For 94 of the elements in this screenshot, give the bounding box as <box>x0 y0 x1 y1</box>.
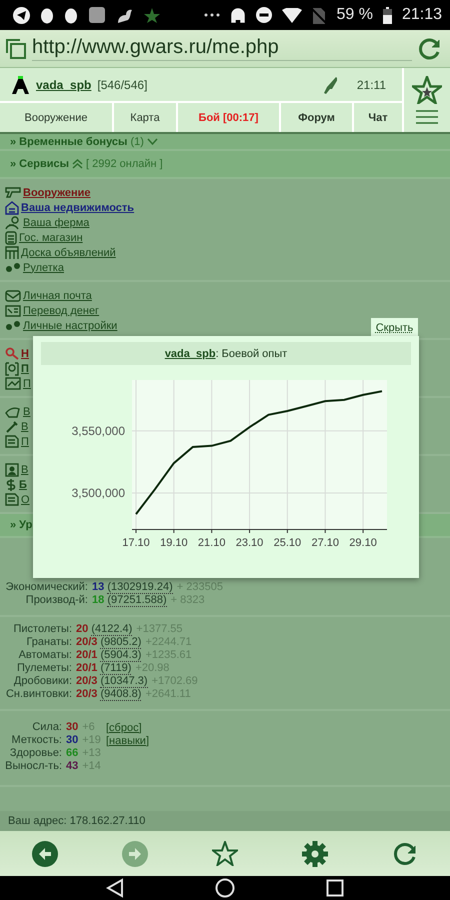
y-tick-label: 3,550,000 <box>72 424 125 438</box>
x-tick-label: 21.10 <box>198 537 226 549</box>
tabs-icon[interactable] <box>6 38 26 58</box>
stat-label: Сила: <box>31 721 62 734</box>
chart-icon <box>5 377 21 390</box>
star-icon <box>143 6 161 24</box>
menu-link[interactable]: Личные настройки <box>23 320 118 332</box>
bonus-count: (1) <box>130 136 144 148</box>
reload-icon[interactable] <box>418 36 442 60</box>
menu-link[interactable]: Б <box>19 478 27 490</box>
document-icon <box>5 493 19 506</box>
star-icon[interactable] <box>412 76 442 104</box>
pistol-icon <box>5 187 21 198</box>
egg-icon <box>64 6 78 24</box>
chart-title: vada_spb: Боевой опыт <box>164 348 288 360</box>
telegram-icon <box>13 6 30 24</box>
back-icon[interactable] <box>106 878 124 898</box>
section-title[interactable]: » Сервисы <box>10 158 69 170</box>
wifi-icon <box>282 8 302 22</box>
clock: 21:13 <box>402 6 442 24</box>
menu-link[interactable]: В <box>21 464 28 476</box>
menu-link[interactable]: Ваша недвижимость <box>21 202 134 214</box>
menu-link[interactable]: Перевод денег <box>23 304 100 316</box>
player-name[interactable]: vada_spb <box>36 78 92 92</box>
menu-link[interactable]: О <box>21 494 30 506</box>
back-button[interactable] <box>32 840 58 866</box>
skill-label: Автоматы: <box>18 649 72 662</box>
x-tick-label: 19.10 <box>160 537 188 549</box>
nav-tab[interactable]: Бой [00:17] <box>178 103 281 132</box>
y-tick-label: 3,500,000 <box>72 486 125 500</box>
menu-link[interactable]: В <box>21 420 28 432</box>
menu-link[interactable]: Вооружение <box>23 186 91 198</box>
bookmark-button[interactable] <box>212 841 238 866</box>
section-title[interactable]: » Временные бонусы <box>10 136 128 148</box>
stat-label: Здоровье: <box>8 747 62 760</box>
board-icon <box>5 246 19 260</box>
section-title[interactable]: » Ур <box>10 519 32 531</box>
more-icon <box>204 13 220 17</box>
x-tick-label: 29.10 <box>349 537 377 549</box>
no-sim-icon <box>312 6 326 24</box>
skill-label: Пистолеты: <box>12 623 72 636</box>
document-icon <box>5 435 19 448</box>
nav-tab[interactable]: Карта <box>114 103 178 132</box>
headphones-icon <box>230 7 246 23</box>
menu-link[interactable]: Ваша ферма <box>23 216 90 228</box>
calculator-icon <box>5 230 17 244</box>
pipette-icon <box>5 420 19 434</box>
nav-tab[interactable]: Форум <box>281 103 354 132</box>
menu-link[interactable]: П <box>21 362 29 374</box>
magnifier-icon <box>5 347 19 360</box>
menu-icon[interactable] <box>416 110 438 124</box>
health-points: [546/546] <box>97 78 148 92</box>
nav-tab[interactable]: Чат <box>354 103 402 132</box>
logo-icon <box>10 74 30 94</box>
menu-link[interactable]: Доска объявлений <box>21 246 116 258</box>
menu-link[interactable]: Гос. магазин <box>19 232 83 244</box>
home-icon[interactable] <box>214 878 235 898</box>
level-label: Производ-й: <box>24 594 88 607</box>
menu-link[interactable]: Рулетка <box>23 262 64 274</box>
player-link[interactable]: vada_spb <box>164 348 216 360</box>
recents-icon[interactable] <box>326 879 344 897</box>
skill-label: Гранаты: <box>25 636 72 649</box>
online-count: [ 2992 онлайн ] <box>86 158 163 170</box>
egg-icon <box>40 6 54 24</box>
stat-link[interactable]: [сброс] <box>106 722 142 734</box>
level-label: Экономический: <box>4 581 88 594</box>
x-tick-label: 25.10 <box>274 537 302 549</box>
do-not-disturb-icon <box>256 7 272 23</box>
skill-label: Сн.винтовки: <box>4 688 72 701</box>
menu-link[interactable]: Личная почта <box>23 290 92 302</box>
skill-label: Дробовики: <box>12 675 72 688</box>
ip-address: Ваш адрес: 178.162.27.110 <box>0 811 450 831</box>
stat-link[interactable]: [навыки] <box>106 734 150 746</box>
menu-link[interactable]: П <box>21 436 29 448</box>
battery-percentage: 59 % <box>336 6 373 24</box>
menu-link[interactable]: В <box>23 406 30 418</box>
dollar-icon <box>5 478 17 492</box>
reload-button[interactable] <box>392 840 418 866</box>
x-tick-label: 23.10 <box>236 537 264 549</box>
transfer-icon <box>5 304 21 316</box>
hide-link[interactable]: Скрыть <box>371 318 418 337</box>
envelope-icon <box>5 290 21 302</box>
menu-link[interactable]: П <box>23 378 31 390</box>
stat-label: Меткость: <box>10 734 62 747</box>
skill-label: Пулеметы: <box>16 662 72 675</box>
nav-tab[interactable]: Вооружение <box>0 103 114 132</box>
menu-link[interactable]: Н <box>21 348 29 360</box>
x-tick-label: 27.10 <box>311 537 339 549</box>
battery-icon <box>382 6 392 24</box>
x-tick-label: 17.10 <box>122 537 150 549</box>
stat-label: Выносл-ть: <box>4 760 62 773</box>
server-time: 21:11 <box>356 78 386 92</box>
portrait-icon <box>5 462 19 476</box>
house-icon <box>5 200 19 214</box>
